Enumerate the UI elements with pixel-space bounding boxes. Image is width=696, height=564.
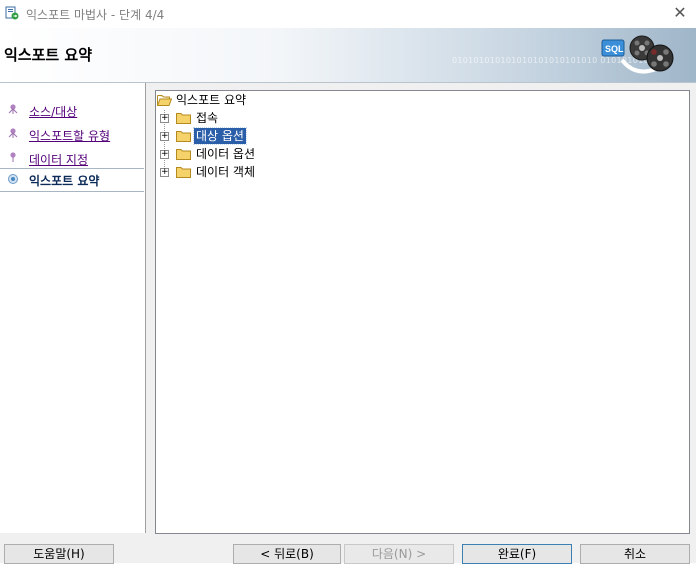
- expand-icon[interactable]: +: [160, 168, 169, 177]
- export-graphic-icon: SQL: [601, 35, 674, 74]
- help-button[interactable]: 도움말(H): [4, 544, 114, 564]
- next-button[interactable]: 다음(N) >: [344, 544, 454, 564]
- step-current-icon: [8, 174, 18, 184]
- expand-icon[interactable]: +: [160, 114, 169, 123]
- svg-text:SQL: SQL: [605, 44, 624, 54]
- step-export-types[interactable]: 익스포트할 유형: [0, 124, 144, 146]
- step-source-target[interactable]: 소스/대상: [0, 100, 144, 122]
- app-icon: [5, 6, 19, 20]
- cancel-button[interactable]: 취소: [580, 544, 690, 564]
- expand-icon[interactable]: +: [160, 132, 169, 141]
- step-data-specify[interactable]: 데이터 지정: [0, 148, 144, 170]
- open-folder-icon: [157, 95, 172, 106]
- tree-node-label-selected[interactable]: 대상 옵션: [193, 127, 247, 145]
- tree-node-label[interactable]: 익스포트 요약: [174, 92, 248, 108]
- step-label[interactable]: 익스포트할 유형: [29, 127, 110, 144]
- window-title: 익스포트 마법사 - 단계 4/4: [26, 8, 165, 22]
- step-label[interactable]: 데이터 지정: [29, 151, 88, 168]
- steps-panel: 소스/대상 익스포트할 유형 데이터 지정 익스포트 요약: [0, 83, 146, 533]
- finish-button[interactable]: 완료(F): [462, 544, 572, 564]
- title-bar: 익스포트 마법사 - 단계 4/4 ✕: [0, 0, 696, 28]
- back-button[interactable]: < 뒤로(B): [233, 544, 341, 564]
- step-done-icon: [10, 152, 16, 162]
- step-done-icon: [8, 104, 18, 114]
- page-title: 익스포트 요약: [4, 46, 93, 64]
- wizard-banner: 익스포트 요약 010101010101010101010101010 0101…: [0, 28, 696, 83]
- folder-icon: [176, 131, 191, 142]
- tree-node-label[interactable]: 데이터 객체: [194, 164, 257, 180]
- folder-icon: [176, 149, 191, 160]
- summary-tree[interactable]: 익스포트 요약 + 접속 + 대상 옵션 + 데이터 옵션 + 데이터 객체: [155, 90, 690, 534]
- step-label[interactable]: 소스/대상: [29, 103, 77, 120]
- expand-icon[interactable]: +: [160, 150, 169, 159]
- step-label[interactable]: 익스포트 요약: [29, 172, 99, 189]
- step-export-summary[interactable]: 익스포트 요약: [0, 168, 144, 192]
- folder-icon: [176, 167, 191, 178]
- tree-node-label[interactable]: 접속: [194, 110, 220, 126]
- folder-icon: [176, 113, 191, 124]
- tree-node-label[interactable]: 데이터 옵션: [194, 146, 257, 162]
- step-done-icon: [8, 128, 18, 138]
- close-icon[interactable]: ✕: [670, 3, 690, 23]
